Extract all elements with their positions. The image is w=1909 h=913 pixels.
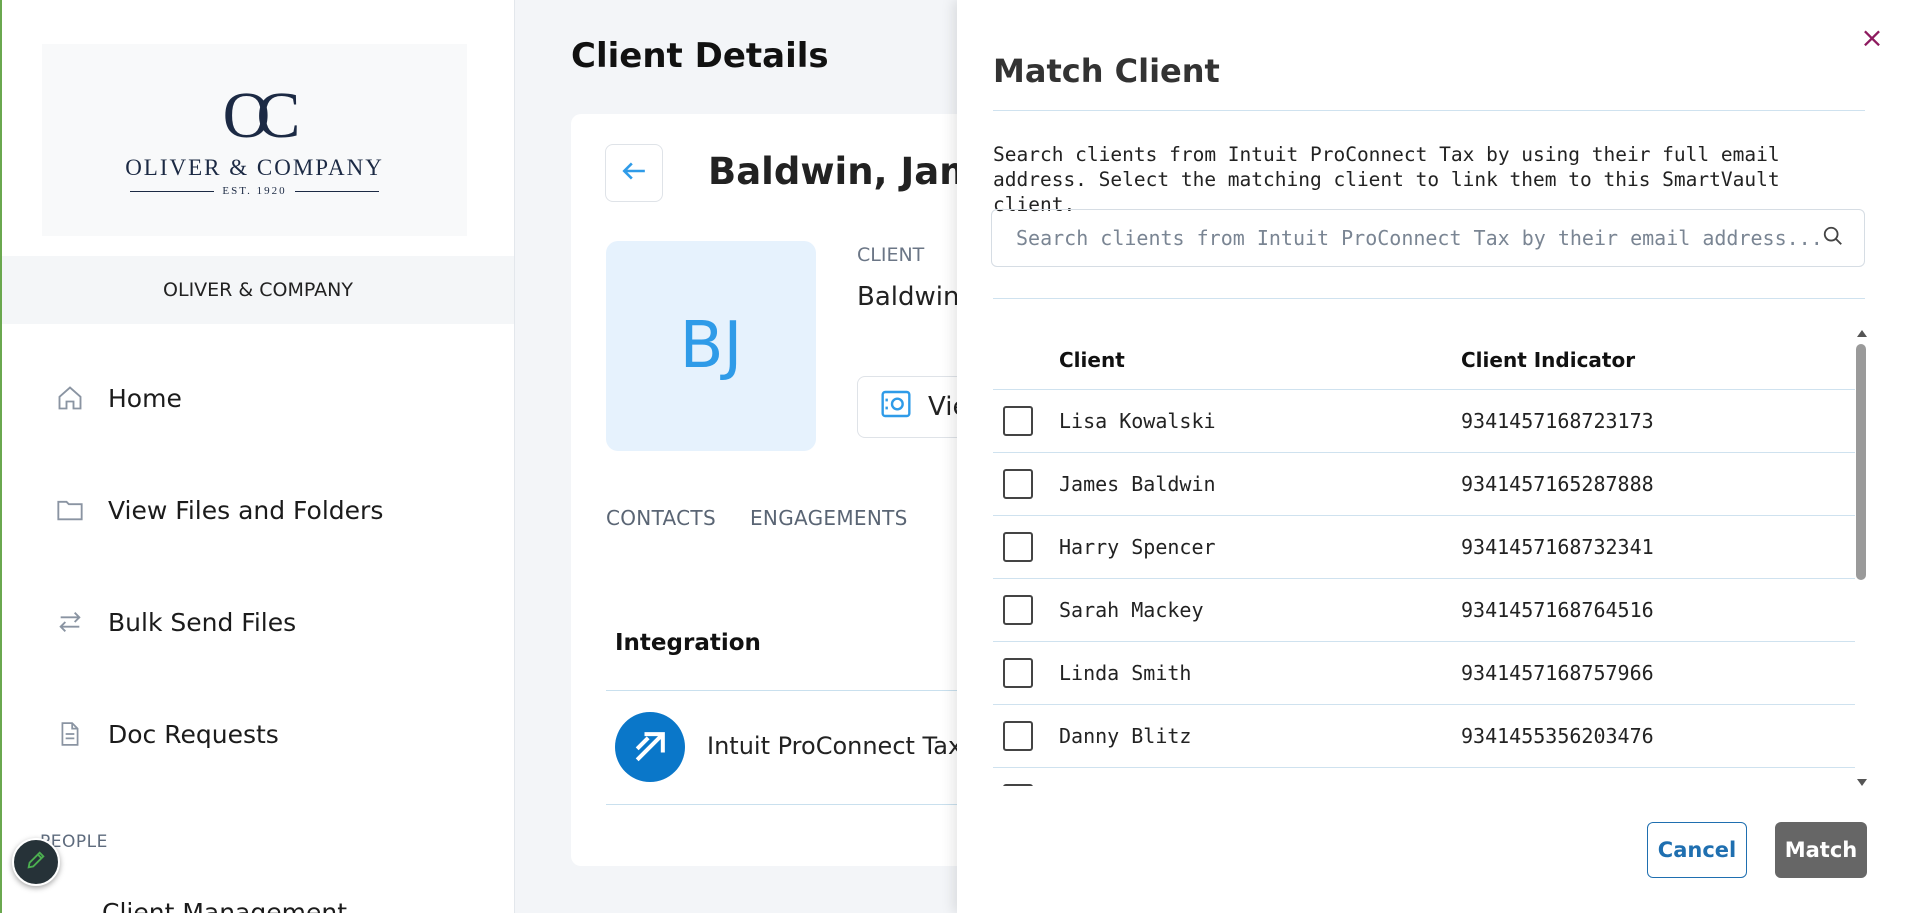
pencil-icon: [25, 849, 47, 876]
row-checkbox[interactable]: [1003, 469, 1033, 499]
search-icon[interactable]: [1822, 225, 1844, 252]
row-client-indicator: 9341457165287888: [1461, 472, 1654, 496]
client-label: CLIENT: [857, 244, 925, 266]
page-title: Client Details: [571, 36, 829, 76]
intuit-logo-icon: [615, 712, 685, 782]
row-client-name: Lisa Kowalski: [1059, 409, 1216, 433]
sidebar: OC OLIVER & COMPANY EST. 1920 OLIVER & C…: [2, 0, 515, 913]
search-input[interactable]: [1016, 226, 1822, 250]
vault-icon: [880, 388, 912, 427]
row-checkbox[interactable]: [1003, 595, 1033, 625]
match-button[interactable]: Match: [1775, 822, 1867, 878]
row-checkbox[interactable]: [1003, 784, 1033, 786]
row-client-name: Harry Spencer: [1059, 535, 1216, 559]
logo-name: OLIVER & COMPANY: [125, 155, 384, 180]
integration-heading: Integration: [615, 630, 761, 656]
sidebar-item-home[interactable]: Home: [54, 382, 182, 414]
row-checkbox[interactable]: [1003, 658, 1033, 688]
logo-monogram: OC: [222, 79, 301, 152]
close-icon: ×: [1860, 20, 1884, 54]
table-scrollbar[interactable]: [1854, 330, 1868, 786]
close-button[interactable]: ×: [1857, 20, 1887, 54]
edit-fab-button[interactable]: [12, 838, 60, 886]
integration-name: Intuit ProConnect Tax: [707, 732, 963, 760]
scrollbar-thumb[interactable]: [1856, 344, 1866, 580]
column-header-indicator: Client Indicator: [1461, 347, 1636, 372]
table-row: Lisa Kowalski 9341457168723173: [993, 390, 1855, 453]
search-box: [991, 209, 1865, 267]
sidebar-item-label: Bulk Send Files: [108, 607, 297, 637]
table-header: Client Client Indicator: [993, 330, 1855, 390]
client-table: Client Client Indicator Lisa Kowalski 93…: [993, 330, 1855, 786]
sidebar-item-bulk-send[interactable]: Bulk Send Files: [54, 606, 296, 638]
back-button[interactable]: [605, 144, 663, 202]
row-checkbox[interactable]: [1003, 721, 1033, 751]
tab-engagements[interactable]: ENGAGEMENTS: [750, 506, 908, 530]
client-sub-name: Baldwin: [857, 282, 960, 312]
scroll-up-arrow-icon[interactable]: [1857, 330, 1867, 337]
logo-est: EST. 1920: [130, 185, 379, 197]
sidebar-item-view-files[interactable]: View Files and Folders: [54, 494, 383, 526]
home-icon: [54, 382, 86, 414]
logo-est-text: EST. 1920: [222, 185, 287, 197]
table-row: Danny Blitz 9341455356203476: [993, 705, 1855, 768]
table-row: [993, 768, 1855, 786]
table-row: Sarah Mackey 9341457168764516: [993, 579, 1855, 642]
sidebar-item-client-management[interactable]: Client Management: [102, 898, 347, 913]
tab-contacts[interactable]: CONTACTS: [606, 506, 716, 530]
row-client-name: Sarah Mackey: [1059, 598, 1204, 622]
row-client-indicator: 9341457168764516: [1461, 598, 1654, 622]
document-icon: [54, 718, 86, 750]
row-client-indicator: 9341457168757966: [1461, 661, 1654, 685]
table-row: James Baldwin 9341457165287888: [993, 453, 1855, 516]
table-row: Linda Smith 9341457168757966: [993, 642, 1855, 705]
column-header-client: Client: [1059, 347, 1125, 372]
folder-icon: [54, 494, 86, 526]
row-client-indicator: 9341455356203476: [1461, 724, 1654, 748]
drawer-description: Search clients from Intuit ProConnect Ta…: [993, 143, 1780, 216]
drawer-title: Match Client: [993, 52, 1220, 90]
sidebar-item-label: View Files and Folders: [108, 495, 384, 525]
row-checkbox[interactable]: [1003, 406, 1033, 436]
sidebar-item-label: Doc Requests: [108, 719, 279, 749]
row-client-indicator: 9341457168723173: [1461, 409, 1654, 433]
sidebar-item-label: Home: [108, 383, 182, 413]
company-logo: OC OLIVER & COMPANY EST. 1920: [42, 44, 467, 236]
row-client-indicator: 9341457168732341: [1461, 535, 1654, 559]
transfer-icon: [54, 606, 86, 638]
divider: [993, 110, 1865, 111]
app: OC OLIVER & COMPANY EST. 1920 OLIVER & C…: [0, 0, 1909, 913]
row-client-name: Linda Smith: [1059, 661, 1192, 685]
row-client-name: Danny Blitz: [1059, 724, 1192, 748]
divider: [993, 298, 1865, 299]
sidebar-item-doc-requests[interactable]: Doc Requests: [54, 718, 279, 750]
match-client-drawer: × Match Client Search clients from Intui…: [957, 0, 1909, 913]
arrow-left-icon: [621, 160, 647, 187]
avatar: BJ: [606, 241, 816, 451]
org-name: OLIVER & COMPANY: [2, 256, 514, 324]
scroll-down-arrow-icon[interactable]: [1857, 779, 1867, 786]
row-checkbox[interactable]: [1003, 532, 1033, 562]
table-row: Harry Spencer 9341457168732341: [993, 516, 1855, 579]
cancel-button[interactable]: Cancel: [1647, 822, 1747, 878]
row-client-name: James Baldwin: [1059, 472, 1216, 496]
